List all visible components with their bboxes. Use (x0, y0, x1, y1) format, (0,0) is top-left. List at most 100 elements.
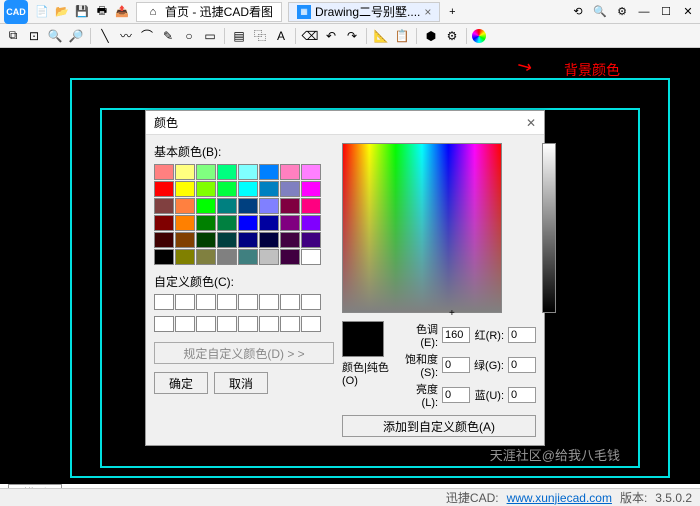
custom-swatch[interactable] (175, 294, 195, 310)
color-swatch[interactable] (259, 181, 279, 197)
status-url[interactable]: www.xunjiecad.com (507, 491, 612, 505)
gear-icon[interactable]: ⚙ (614, 4, 630, 20)
color-gradient-picker[interactable]: + (342, 143, 502, 313)
color-swatch[interactable] (175, 249, 195, 265)
open-icon[interactable]: 📂 (54, 4, 70, 20)
color-swatch[interactable] (154, 249, 174, 265)
custom-swatch[interactable] (175, 316, 195, 332)
pencil-icon[interactable]: ✎ (159, 27, 177, 45)
custom-swatch[interactable] (196, 294, 216, 310)
cancel-button[interactable]: 取消 (214, 372, 268, 394)
zoom-extents-icon[interactable]: ⊡ (25, 27, 43, 45)
zoom-in-icon[interactable]: 🔍 (46, 27, 64, 45)
hue-input[interactable] (442, 327, 470, 343)
color-swatch[interactable] (217, 181, 237, 197)
color-swatch[interactable] (301, 249, 321, 265)
color-swatch[interactable] (154, 232, 174, 248)
color-swatch[interactable] (175, 164, 195, 180)
custom-swatch[interactable] (259, 294, 279, 310)
custom-swatch[interactable] (217, 316, 237, 332)
custom-swatch[interactable] (280, 316, 300, 332)
line-icon[interactable]: ╲ (96, 27, 114, 45)
color-swatch[interactable] (301, 232, 321, 248)
custom-swatch[interactable] (301, 294, 321, 310)
polyline-icon[interactable]: 〰 (117, 27, 135, 45)
custom-swatch[interactable] (154, 316, 174, 332)
define-custom-button[interactable]: 规定自定义颜色(D) > > (154, 342, 334, 364)
custom-swatch[interactable] (280, 294, 300, 310)
color-swatch[interactable] (238, 215, 258, 231)
color-swatch[interactable] (238, 232, 258, 248)
color-swatch[interactable] (280, 198, 300, 214)
color-swatch[interactable] (217, 249, 237, 265)
redo-icon[interactable]: ↷ (343, 27, 361, 45)
rect-icon[interactable]: ▭ (201, 27, 219, 45)
custom-swatch[interactable] (217, 294, 237, 310)
color-swatch[interactable] (259, 164, 279, 180)
color-swatch[interactable] (280, 181, 300, 197)
custom-swatch[interactable] (301, 316, 321, 332)
search-icon[interactable]: 🔍 (592, 4, 608, 20)
color-swatch[interactable] (238, 198, 258, 214)
blue-input[interactable] (508, 387, 536, 403)
close-icon[interactable]: ✕ (680, 4, 696, 20)
color-swatch[interactable] (196, 215, 216, 231)
tab-home[interactable]: ⌂ 首页 - 迅捷CAD看图 (136, 2, 282, 22)
minimize-icon[interactable]: — (636, 4, 652, 20)
color-swatch[interactable] (301, 181, 321, 197)
color-swatch[interactable] (259, 249, 279, 265)
color-swatch[interactable] (301, 198, 321, 214)
color-swatch[interactable] (301, 215, 321, 231)
color-swatch[interactable] (217, 198, 237, 214)
tab-close-icon[interactable]: × (424, 5, 431, 19)
copy-icon[interactable]: ⿻ (251, 27, 269, 45)
add-custom-button[interactable]: 添加到自定义颜色(A) (342, 415, 536, 437)
green-input[interactable] (508, 357, 536, 373)
lum-input[interactable] (442, 387, 470, 403)
color-swatch[interactable] (217, 164, 237, 180)
measure-icon[interactable]: 📐 (372, 27, 390, 45)
text-icon[interactable]: A (272, 27, 290, 45)
luminance-slider[interactable] (542, 143, 556, 313)
refresh-icon[interactable]: ⟲ (570, 4, 586, 20)
layer-icon[interactable]: ▤ (230, 27, 248, 45)
color-swatch[interactable] (196, 232, 216, 248)
color-swatch[interactable] (238, 181, 258, 197)
custom-swatch[interactable] (196, 316, 216, 332)
color-swatch[interactable] (196, 249, 216, 265)
tab-add-icon[interactable]: + (444, 4, 460, 20)
color-swatch[interactable] (280, 215, 300, 231)
export-icon[interactable]: 📤 (114, 4, 130, 20)
color-swatch[interactable] (238, 249, 258, 265)
color-swatch[interactable] (175, 198, 195, 214)
maximize-icon[interactable]: ☐ (658, 4, 674, 20)
dialog-close-icon[interactable]: ✕ (526, 116, 536, 130)
color-swatch[interactable] (259, 215, 279, 231)
color-swatch[interactable] (238, 164, 258, 180)
custom-swatch[interactable] (238, 294, 258, 310)
color-swatch[interactable] (175, 181, 195, 197)
color-icon[interactable] (472, 29, 486, 43)
color-swatch[interactable] (196, 198, 216, 214)
color-swatch[interactable] (196, 164, 216, 180)
save-icon[interactable]: 💾 (74, 4, 90, 20)
settings-icon[interactable]: ⚙ (443, 27, 461, 45)
zoom-window-icon[interactable]: ⧉ (4, 27, 22, 45)
color-swatch[interactable] (280, 164, 300, 180)
custom-swatch[interactable] (259, 316, 279, 332)
red-input[interactable] (508, 327, 536, 343)
color-swatch[interactable] (154, 215, 174, 231)
zoom-out-icon[interactable]: 🔎 (67, 27, 85, 45)
color-swatch[interactable] (175, 215, 195, 231)
undo-icon[interactable]: ↶ (322, 27, 340, 45)
color-swatch[interactable] (217, 232, 237, 248)
color-swatch[interactable] (196, 181, 216, 197)
color-swatch[interactable] (175, 232, 195, 248)
color-swatch[interactable] (154, 181, 174, 197)
color-swatch[interactable] (154, 164, 174, 180)
new-icon[interactable]: 📄 (34, 4, 50, 20)
tab-drawing[interactable]: ▦ Drawing二号别墅.... × (288, 2, 440, 22)
erase-icon[interactable]: ⌫ (301, 27, 319, 45)
clipboard-icon[interactable]: 📋 (393, 27, 411, 45)
color-swatch[interactable] (301, 164, 321, 180)
